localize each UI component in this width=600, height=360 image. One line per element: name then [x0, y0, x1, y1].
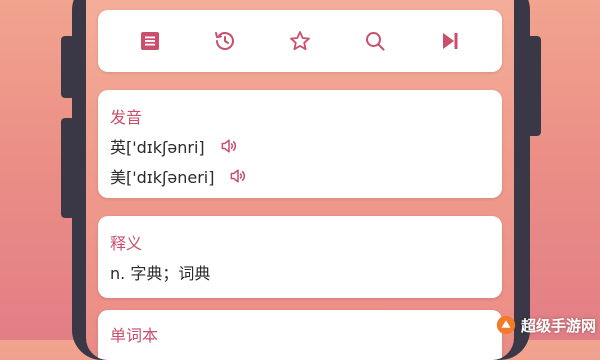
vocabulary-card[interactable]: 单词本: [98, 310, 502, 360]
speaker-uk-icon[interactable]: [219, 136, 239, 156]
speaker-us-icon[interactable]: [228, 166, 248, 186]
list-icon[interactable]: [137, 28, 163, 54]
pronunciation-us-text: 美['dɪkʃəneri]: [110, 168, 215, 187]
star-icon[interactable]: [287, 28, 313, 54]
pronunciation-uk-text: 英['dɪkʃənri]: [110, 138, 205, 157]
toolbar: [98, 10, 502, 72]
pronunciation-card: 发音 英['dɪkʃənri] 美['dɪkʃəneri]: [98, 90, 502, 198]
skip-next-icon[interactable]: [437, 28, 463, 54]
vocabulary-title: 单词本: [110, 326, 159, 345]
history-icon[interactable]: [212, 28, 238, 54]
search-icon[interactable]: [362, 28, 388, 54]
pronunciation-us-row: 美['dɪkʃəneri]: [110, 164, 248, 188]
pronunciation-uk-row: 英['dɪkʃənri]: [110, 134, 239, 158]
definition-title: 释义: [110, 234, 143, 253]
site-watermark: 超级手游网: [495, 314, 596, 336]
pronunciation-title: 发音: [110, 108, 143, 127]
definition-card: 释义 n. 字典；词典: [98, 216, 502, 298]
watermark-text: 超级手游网: [520, 316, 596, 335]
app-screen: 发音 英['dɪkʃənri] 美['dɪkʃəneri] 释义 n. 字典；词…: [86, 0, 514, 360]
watermark-logo-icon: [496, 315, 516, 335]
definition-text: n. 字典；词典: [110, 264, 211, 283]
